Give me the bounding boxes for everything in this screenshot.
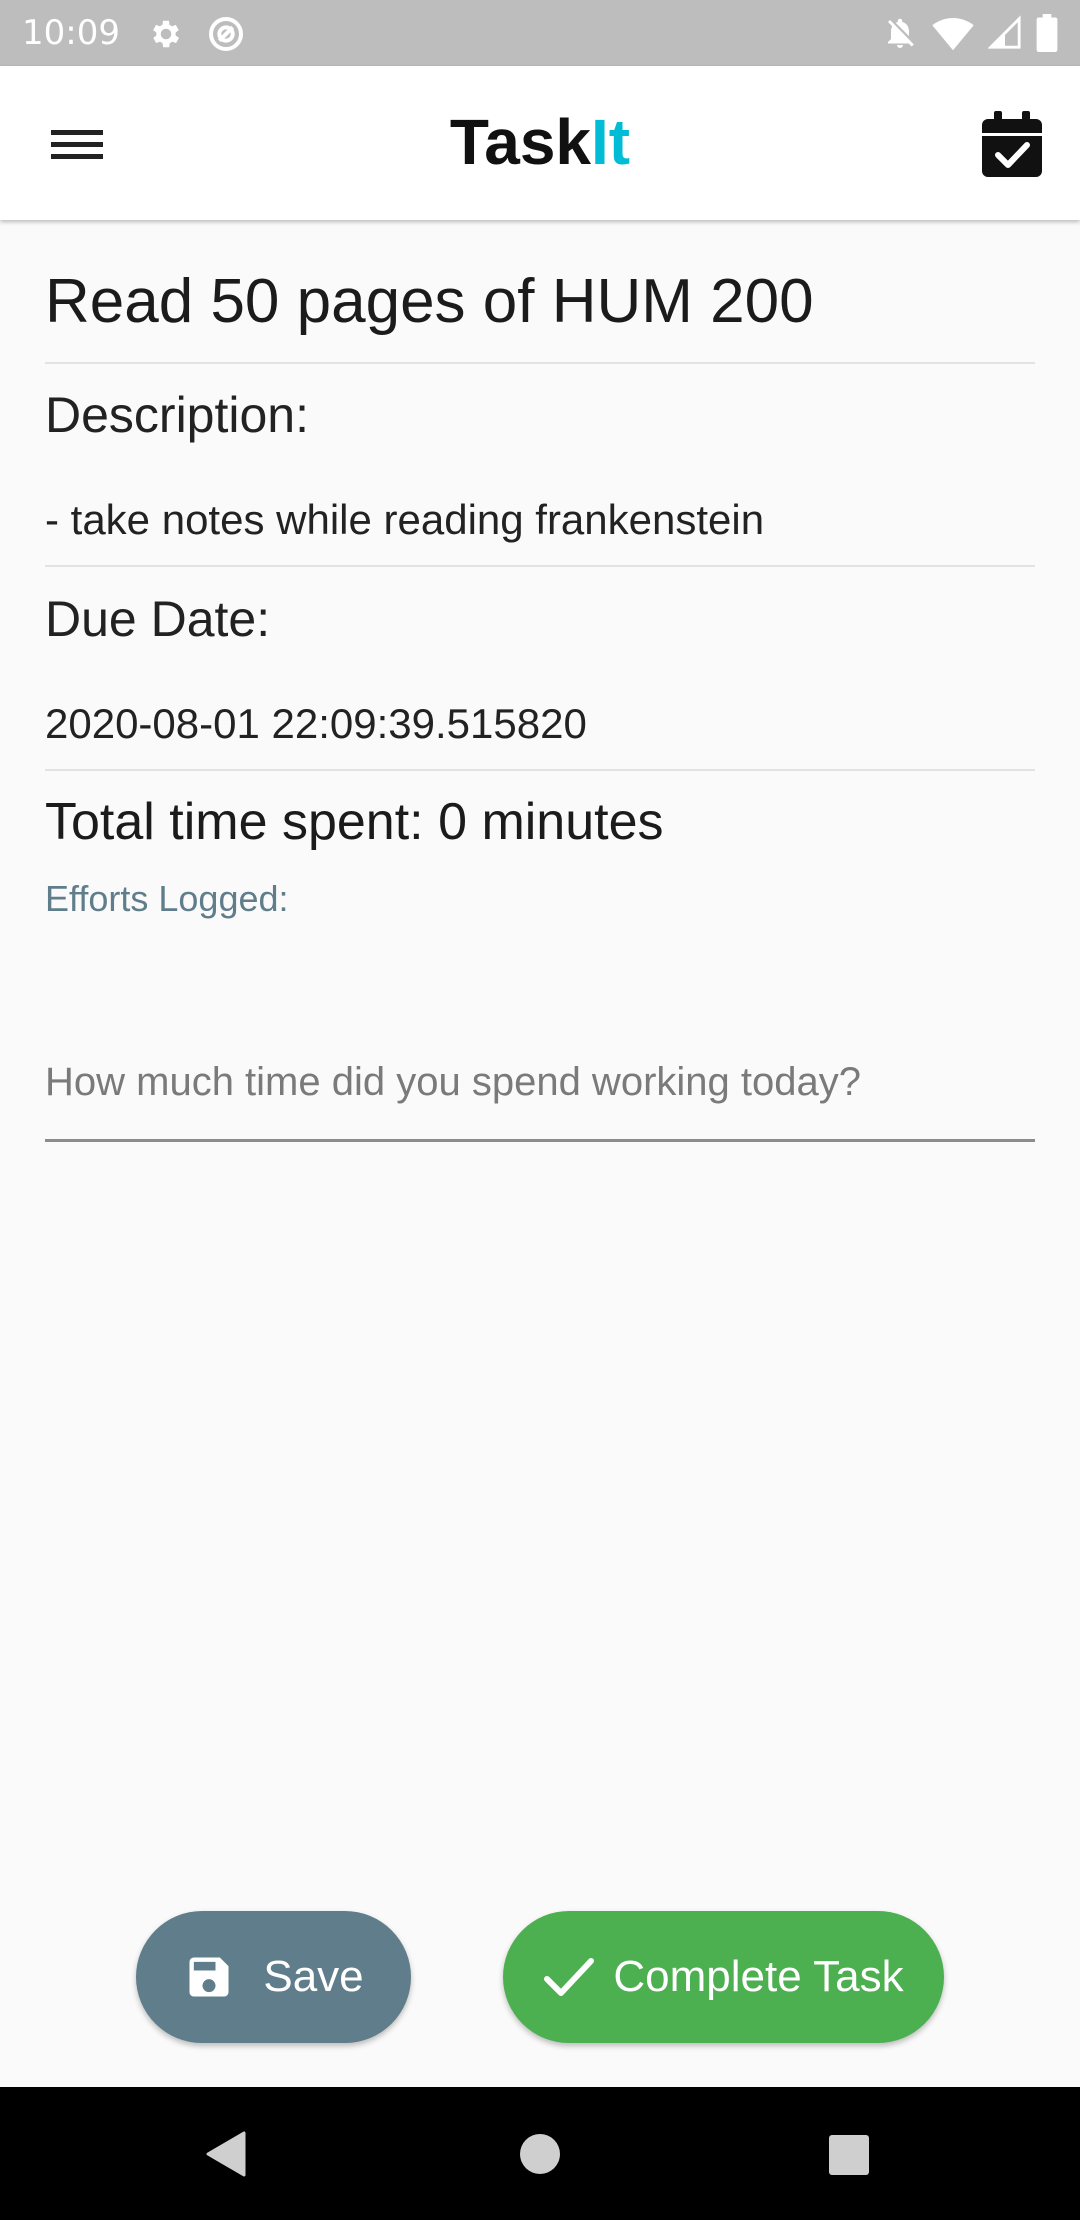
due-date-value: 2020-08-01 22:09:39.515820 [45, 700, 587, 747]
battery-icon [1036, 14, 1058, 57]
due-date-label: Due Date: [45, 591, 271, 647]
time-spent-input[interactable] [45, 1050, 1035, 1142]
app-title-main: Task [449, 106, 592, 178]
status-left-icons [148, 14, 246, 59]
signal-icon [987, 15, 1022, 56]
save-label: Save [263, 1952, 364, 2001]
total-time-spent: Total time spent: 0 minutes [45, 793, 664, 851]
efforts-logged-label: Efforts Logged: [45, 878, 289, 919]
divider [45, 362, 1035, 364]
complete-task-button[interactable]: Complete Task [503, 1911, 944, 2043]
status-time: 10:09 [22, 13, 120, 53]
divider [45, 769, 1035, 771]
check-icon [543, 1955, 595, 1999]
at-sign-icon [206, 14, 246, 59]
notifications-off-icon [882, 14, 918, 57]
back-icon[interactable] [204, 2131, 248, 2182]
app-bar: TaskIt [0, 66, 1080, 220]
app-title: TaskIt [0, 102, 1080, 182]
status-right-icons [882, 14, 1058, 57]
recents-icon[interactable] [828, 2134, 870, 2181]
app-title-accent: It [591, 106, 631, 178]
system-nav-bar [0, 2087, 1080, 2220]
save-button[interactable]: Save [136, 1911, 411, 2043]
home-icon[interactable] [519, 2133, 561, 2180]
calendar-check-icon [982, 110, 1042, 182]
task-title: Read 50 pages of HUM 200 [45, 267, 814, 336]
calendar-button[interactable] [974, 106, 1050, 186]
gear-icon [148, 16, 184, 57]
status-bar: 10:09 [0, 0, 1080, 66]
complete-task-label: Complete Task [613, 1952, 904, 2001]
description-label: Description: [45, 387, 309, 443]
wifi-icon [932, 14, 974, 57]
save-icon [183, 1951, 235, 2003]
divider [45, 565, 1035, 567]
description-value: - take notes while reading frankenstein [45, 496, 765, 543]
